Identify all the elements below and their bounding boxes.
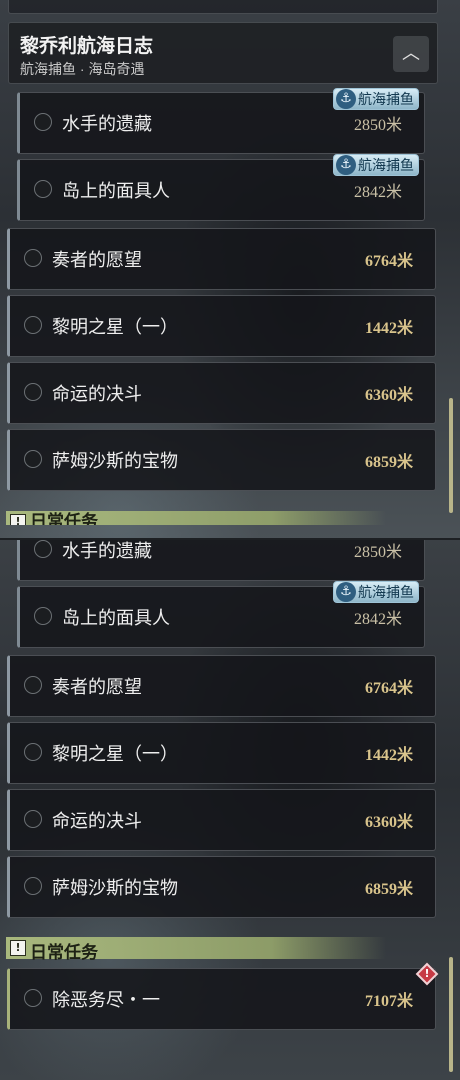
scrollbar-thumb[interactable] (449, 398, 453, 513)
quest-status-circle (24, 810, 42, 828)
quest-item[interactable]: 萨姆沙斯的宝物 6859米 (7, 856, 436, 918)
bottom-view: 水手的遗藏 2850米 岛上的面具人 2842米 ⚓ 航海捕鱼 奏者的愿望 67… (0, 540, 460, 1080)
quest-status-circle (34, 180, 52, 198)
quest-status-circle (24, 383, 42, 401)
quest-distance: 6360米 (364, 814, 413, 831)
anchor-icon: ⚓ (336, 582, 356, 602)
quest-status-circle (34, 113, 52, 131)
quest-distance: 1442米 (364, 320, 413, 337)
quest-name: 水手的遗藏 (62, 541, 152, 561)
quest-distance: 2850米 (353, 117, 402, 134)
quest-name: 岛上的面具人 (62, 181, 170, 201)
fishing-tag: ⚓ 航海捕鱼 (333, 581, 419, 603)
fishing-tag: ⚓ 航海捕鱼 (333, 88, 419, 110)
quest-name: 除恶务尽・一 (52, 990, 160, 1010)
daily-section-header[interactable]: ! 日常任务 (6, 511, 386, 525)
quest-distance: 6764米 (364, 253, 413, 270)
quest-item[interactable]: 黎明之星（一） 1442米 (7, 295, 436, 357)
chevron-up-icon[interactable]: ︿ (393, 36, 429, 72)
tag-label: 航海捕鱼 (358, 157, 414, 173)
quest-name: 奏者的愿望 (52, 250, 142, 270)
quest-name: 萨姆沙斯的宝物 (52, 878, 178, 898)
tag-label: 航海捕鱼 (358, 584, 414, 600)
quest-distance: 2842米 (353, 611, 402, 628)
quest-status-circle (24, 450, 42, 468)
quest-status-circle (24, 743, 42, 761)
quest-item[interactable]: 萨姆沙斯的宝物 6859米 (7, 429, 436, 491)
quest-item[interactable]: 命运的决斗 6360米 (7, 362, 436, 424)
daily-section-label: 日常任务 (30, 943, 98, 962)
scrollbar-thumb[interactable] (449, 957, 453, 1072)
journal-title: 黎乔利航海日志 (20, 36, 154, 57)
quest-name: 奏者的愿望 (52, 677, 142, 697)
quest-distance: 2850米 (353, 544, 402, 561)
top-view: 黎乔利航海日志 航海捕鱼 · 海岛奇遇 ︿ 水手的遗藏 2850米 ⚓ 航海捕鱼… (0, 0, 460, 540)
quest-distance: 6360米 (364, 387, 413, 404)
daily-section-label: 日常任务 (30, 512, 98, 525)
quest-status-circle (24, 249, 42, 267)
tag-label: 航海捕鱼 (358, 91, 414, 107)
anchor-icon: ⚓ (336, 89, 356, 109)
quest-status-circle (24, 877, 42, 895)
fishing-tag: ⚓ 航海捕鱼 (333, 154, 419, 176)
quest-distance: 7107米 (364, 993, 413, 1010)
quest-name: 萨姆沙斯的宝物 (52, 451, 178, 471)
quest-status-circle (24, 989, 42, 1007)
quest-item[interactable]: 除恶务尽・一 7107米 (7, 968, 436, 1030)
quest-distance: 6859米 (364, 454, 413, 471)
journal-header[interactable]: 黎乔利航海日志 航海捕鱼 · 海岛奇遇 ︿ (8, 22, 438, 84)
quest-status-circle (34, 540, 52, 558)
quest-item[interactable]: 命运的决斗 6360米 (7, 789, 436, 851)
daily-section-header[interactable]: ! 日常任务 (6, 937, 386, 962)
exclamation-icon: ! (10, 940, 26, 956)
quest-name: 水手的遗藏 (62, 114, 152, 134)
quest-item[interactable]: 黎明之星（一） 1442米 (7, 722, 436, 784)
quest-status-circle (24, 676, 42, 694)
quest-distance: 2842米 (353, 184, 402, 201)
quest-name: 命运的决斗 (52, 811, 142, 831)
journal-subtitle: 航海捕鱼 · 海岛奇遇 (20, 61, 145, 77)
quest-item[interactable]: 奏者的愿望 6764米 (7, 228, 436, 290)
quest-distance: 6859米 (364, 881, 413, 898)
quest-name: 黎明之星（一） (52, 317, 178, 337)
quest-distance: 1442米 (364, 747, 413, 764)
quest-status-circle (24, 316, 42, 334)
quest-name: 岛上的面具人 (62, 608, 170, 628)
quest-item[interactable]: 水手的遗藏 2850米 (17, 540, 425, 581)
alert-glyph: ! (424, 967, 430, 980)
anchor-icon: ⚓ (336, 155, 356, 175)
quest-name: 命运的决斗 (52, 384, 142, 404)
quest-name: 黎明之星（一） (52, 744, 178, 764)
previous-panel-edge (8, 0, 438, 14)
exclamation-icon: ! (10, 514, 26, 525)
quest-distance: 6764米 (364, 680, 413, 697)
quest-status-circle (34, 607, 52, 625)
quest-item[interactable]: 奏者的愿望 6764米 (7, 655, 436, 717)
